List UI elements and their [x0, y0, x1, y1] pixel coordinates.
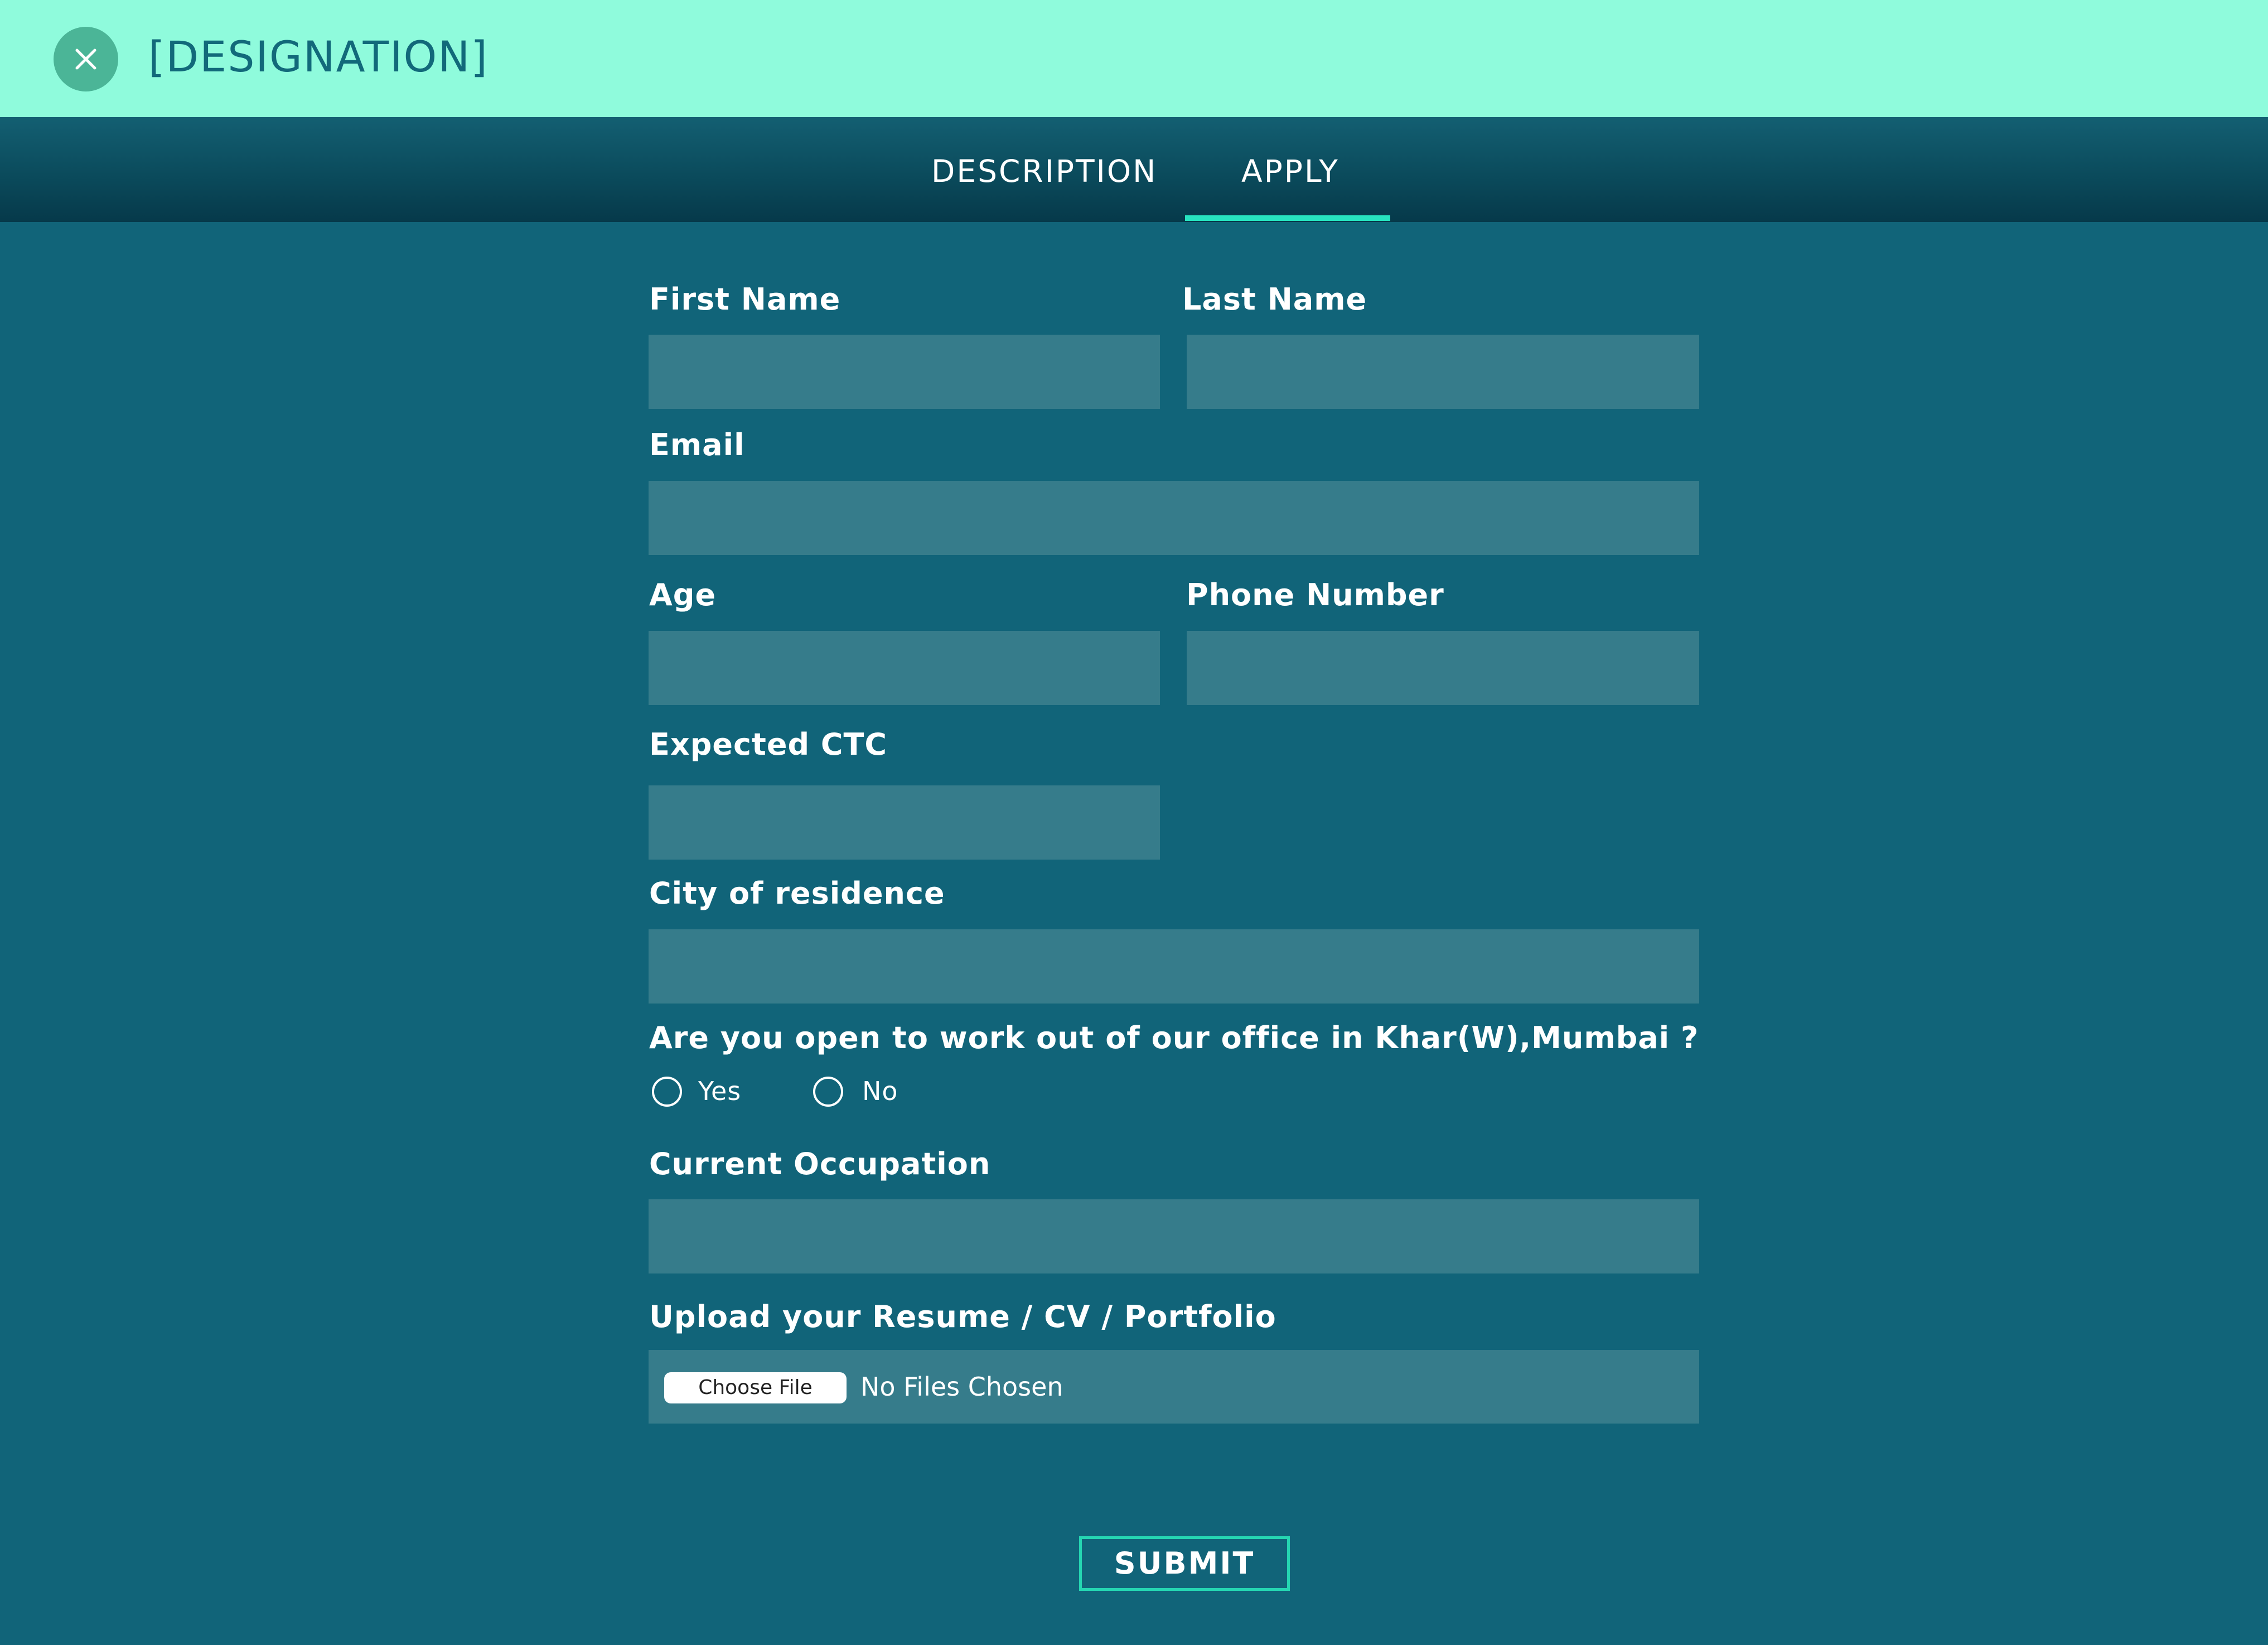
last-name-label: Last Name	[1182, 282, 1367, 317]
close-icon	[75, 49, 96, 70]
radio-yes[interactable]	[652, 1077, 682, 1107]
city-input[interactable]	[649, 929, 1699, 1004]
apply-page: [DESIGNATION] DESCRIPTION APPLY First Na…	[0, 0, 2268, 1645]
upload-label: Upload your Resume / CV / Portfolio	[649, 1299, 1276, 1334]
radio-yes-label: Yes	[698, 1076, 742, 1106]
page-title: [DESIGNATION]	[148, 32, 489, 81]
occupation-input[interactable]	[649, 1199, 1699, 1273]
upload-field: Choose File No Files Chosen	[649, 1350, 1699, 1424]
tab-bar: DESCRIPTION APPLY	[0, 117, 2268, 222]
header-bar: [DESIGNATION]	[0, 0, 2268, 117]
relocate-question-label: Are you open to work out of our office i…	[649, 1020, 1699, 1055]
phone-label: Phone Number	[1186, 577, 1444, 612]
occupation-label: Current Occupation	[649, 1146, 991, 1181]
city-label: City of residence	[649, 876, 945, 911]
radio-no-label: No	[862, 1076, 898, 1106]
submit-button[interactable]: SUBMIT	[1079, 1536, 1290, 1591]
first-name-label: First Name	[649, 282, 841, 317]
email-label: Email	[649, 427, 745, 462]
email-input[interactable]	[649, 481, 1699, 555]
age-label: Age	[649, 577, 717, 612]
expected-ctc-label: Expected CTC	[649, 727, 887, 762]
expected-ctc-input[interactable]	[649, 785, 1160, 860]
phone-input[interactable]	[1187, 631, 1699, 705]
last-name-input[interactable]	[1187, 335, 1699, 409]
active-tab-indicator	[1185, 215, 1390, 221]
upload-status: No Files Chosen	[860, 1372, 1063, 1402]
close-button[interactable]	[54, 27, 118, 91]
age-input[interactable]	[649, 631, 1160, 705]
first-name-input[interactable]	[649, 335, 1160, 409]
tab-apply[interactable]: APPLY	[1241, 152, 1339, 191]
tab-description[interactable]: DESCRIPTION	[931, 152, 1157, 191]
radio-no[interactable]	[813, 1077, 843, 1107]
choose-file-button[interactable]: Choose File	[664, 1372, 847, 1403]
